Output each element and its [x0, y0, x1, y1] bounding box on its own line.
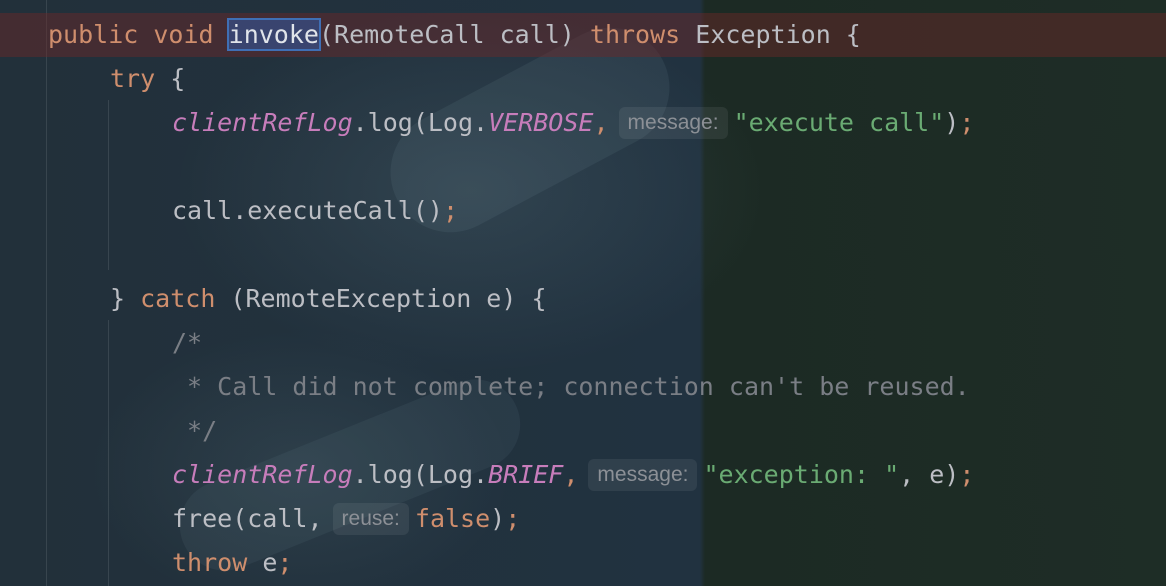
- method-params: (RemoteCall call): [318, 20, 575, 49]
- keyword-throw: throw: [172, 548, 248, 577]
- code-line-free[interactable]: free(call, reuse: false);: [0, 497, 1166, 541]
- comment: /*: [172, 328, 203, 357]
- keyword-public: public: [48, 20, 139, 49]
- keyword-try: try: [110, 64, 156, 93]
- semicolon: ;: [959, 460, 975, 489]
- exception-type: Exception {: [695, 20, 861, 49]
- field-clientreflog: clientRefLog: [172, 108, 353, 137]
- code-line-execute-call[interactable]: call.executeCall();: [0, 189, 1166, 233]
- constant-brief: BRIEF: [488, 460, 564, 489]
- close-brace: }: [110, 284, 141, 313]
- comment: * Call did not complete; connection can'…: [172, 372, 970, 401]
- keyword-throws: throws: [589, 20, 681, 49]
- constant-verbose: VERBOSE: [488, 108, 594, 137]
- method-call: .log(Log.: [352, 108, 489, 137]
- param-hint-message: message:: [588, 459, 698, 491]
- code-editor[interactable]: public void invoke(RemoteCall call) thro…: [0, 0, 1166, 586]
- method-name-invoke[interactable]: invoke: [226, 18, 321, 51]
- code-line-try[interactable]: try {: [0, 57, 1166, 101]
- code-line-method-signature[interactable]: public void invoke(RemoteCall call) thro…: [0, 13, 1166, 57]
- code-line-log-verbose[interactable]: clientRefLog.log(Log.VERBOSE, message: "ex…: [0, 101, 1166, 145]
- throw-target: e: [247, 548, 278, 577]
- semicolon: ;: [505, 504, 521, 533]
- code-line-catch[interactable]: } catch (RemoteException e) {: [0, 277, 1166, 321]
- string-literal: "exception: ": [703, 460, 900, 489]
- keyword-false: false: [414, 504, 491, 533]
- method-call: call.executeCall(): [172, 196, 443, 225]
- catch-params: (RemoteException e) {: [215, 284, 547, 313]
- semicolon: ;: [277, 548, 293, 577]
- brace: {: [155, 64, 186, 93]
- code-line-comment-body[interactable]: * Call did not complete; connection can'…: [0, 365, 1166, 409]
- code-line-log-brief[interactable]: clientRefLog.log(Log.BRIEF, message: "exce…: [0, 453, 1166, 497]
- string-literal: "execute call": [733, 108, 945, 137]
- comma: ,: [593, 108, 609, 137]
- args-rest: , e): [899, 460, 960, 489]
- semicolon: ;: [959, 108, 975, 137]
- comment: */: [172, 416, 218, 445]
- semicolon: ;: [442, 196, 458, 225]
- close-paren: ): [944, 108, 960, 137]
- method-call: .log(Log.: [352, 460, 489, 489]
- code-line-comment-open[interactable]: /*: [0, 321, 1166, 365]
- keyword-catch: catch: [140, 284, 216, 313]
- close-paren: ): [490, 504, 506, 533]
- field-clientreflog: clientRefLog: [172, 460, 353, 489]
- param-hint-message: message:: [618, 107, 728, 139]
- code-line-comment-close[interactable]: */: [0, 409, 1166, 453]
- code-line-throw[interactable]: throw e;: [0, 541, 1166, 585]
- keyword-void: void: [153, 20, 214, 49]
- comma: ,: [563, 460, 579, 489]
- method-call: free(call,: [172, 504, 323, 533]
- param-hint-reuse: reuse:: [332, 503, 409, 535]
